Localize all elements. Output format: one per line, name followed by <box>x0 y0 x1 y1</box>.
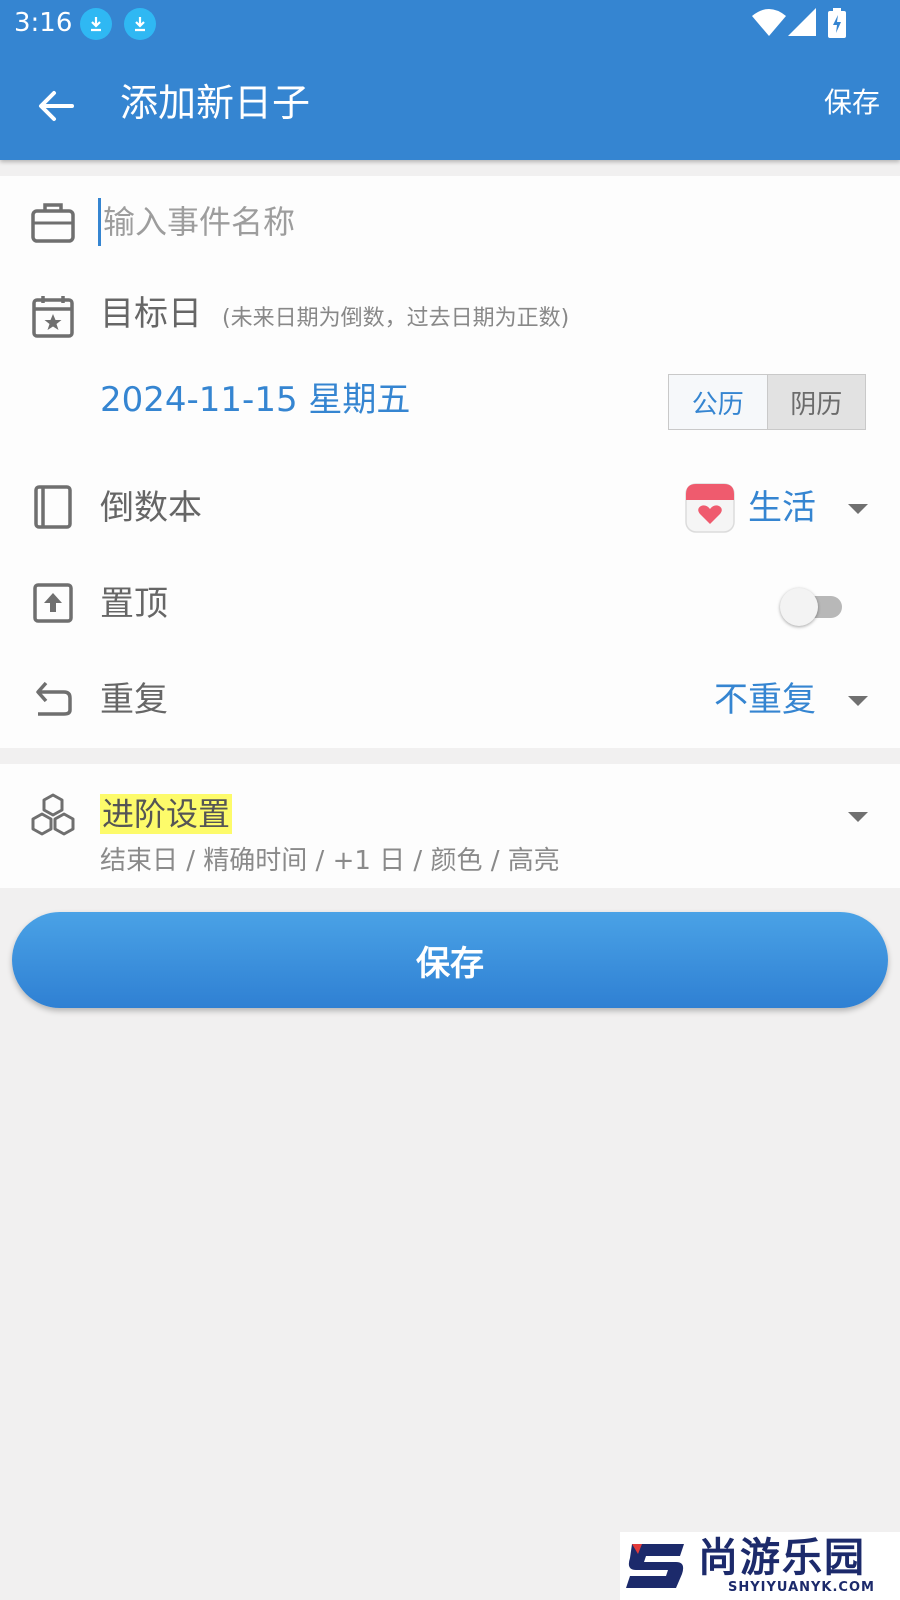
target-date-hint: (未来日期为倒数，过去日期为正数) <box>222 306 570 331</box>
event-form-card: 目标日 (未来日期为倒数，过去日期为正数) 2024-11-15 星期五 公历 … <box>0 176 900 748</box>
event-name-input[interactable] <box>98 198 858 246</box>
save-button[interactable]: 保存 <box>12 912 888 1008</box>
target-date-value[interactable]: 2024-11-15 星期五 <box>100 378 410 422</box>
wifi-icon <box>752 9 786 36</box>
arrow-left-icon <box>39 91 74 121</box>
calendar-type-toggle: 公历 阴历 <box>668 374 866 430</box>
pin-label: 置顶 <box>100 584 168 624</box>
status-bar: 3:16 <box>0 0 900 50</box>
watermark-text: 尚游乐园 <box>698 1535 866 1581</box>
page-title: 添加新日子 <box>120 81 311 125</box>
countdown-book-value[interactable]: 生活 <box>748 486 816 530</box>
repeat-icon <box>36 681 72 716</box>
pin-toggle-thumb <box>780 588 818 626</box>
toolbar-save-button[interactable]: 保存 <box>824 86 880 120</box>
download-icon <box>124 8 156 40</box>
solar-calendar-option[interactable]: 公历 <box>669 375 768 429</box>
calendar-star-icon <box>32 296 74 338</box>
pin-top-icon <box>33 583 73 623</box>
advanced-settings-subtitle: 结束日 / 精确时间 / +1 日 / 颜色 / 高亮 <box>100 846 560 876</box>
watermark-subtext: SHYIYUANYK.COM <box>728 1580 875 1595</box>
signal-icon <box>788 8 816 36</box>
repeat-label: 重复 <box>100 680 168 720</box>
repeat-value[interactable]: 不重复 <box>714 678 816 722</box>
watermark-logo: 尚游乐园 SHYIYUANYK.COM <box>620 1532 900 1600</box>
book-icon <box>34 485 72 529</box>
cubes-icon <box>31 793 75 836</box>
pin-toggle[interactable] <box>780 586 846 626</box>
briefcase-icon <box>31 203 75 243</box>
battery-icon <box>828 8 846 38</box>
status-time: 3:16 <box>14 8 73 38</box>
advanced-expand-icon[interactable] <box>848 812 868 822</box>
watermark-s-icon <box>626 1544 684 1588</box>
book-dropdown-icon[interactable] <box>848 504 868 514</box>
advanced-settings-label: 进阶设置 <box>100 794 233 834</box>
toolbar: 添加新日子 保存 <box>0 50 900 160</box>
back-button[interactable] <box>28 78 84 134</box>
lunar-calendar-option[interactable]: 阴历 <box>767 375 865 429</box>
advanced-settings-card[interactable]: 进阶设置 结束日 / 精确时间 / +1 日 / 颜色 / 高亮 <box>0 764 900 888</box>
repeat-dropdown-icon[interactable] <box>848 696 868 706</box>
download-icon <box>80 8 112 40</box>
target-date-label: 目标日 <box>100 294 202 334</box>
countdown-book-label: 倒数本 <box>100 488 202 528</box>
heart-calendar-icon <box>685 483 735 533</box>
app-bar: 3:16 添加新日子 保存 <box>0 0 900 160</box>
